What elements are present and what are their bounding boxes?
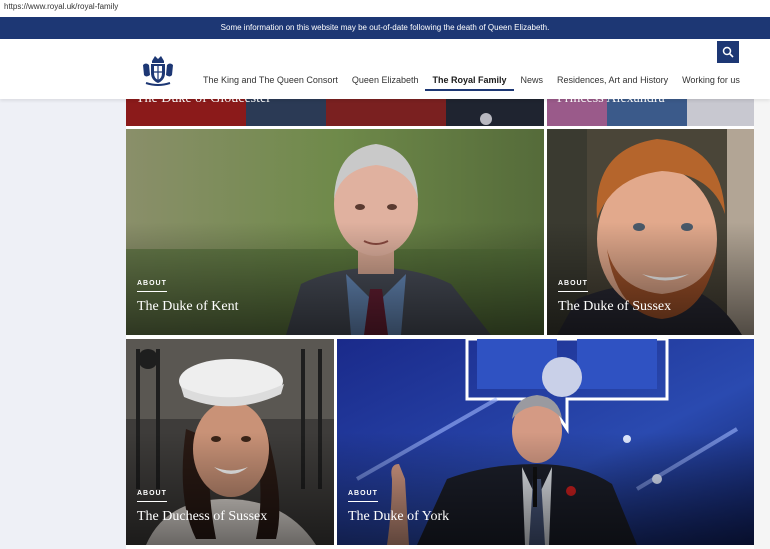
card-duke-of-sussex[interactable]: ABOUT The Duke of Sussex — [547, 129, 754, 335]
card-shade — [547, 221, 754, 335]
site-header: The King and The Queen Consort Queen Eli… — [0, 39, 770, 99]
card-duke-of-york[interactable]: ABOUT The Duke of York — [337, 339, 754, 545]
card-rule — [558, 291, 588, 292]
card-rule — [137, 501, 167, 502]
card-name: Princess Alexandra — [557, 99, 665, 107]
nav-news[interactable]: News — [514, 67, 551, 91]
nav-royal-family[interactable]: The Royal Family — [425, 67, 514, 91]
card-name: The Duke of Kent — [137, 299, 239, 314]
card-shade — [337, 431, 754, 545]
card-duke-of-kent[interactable]: ABOUT The Duke of Kent — [126, 129, 544, 335]
royal-crest-icon[interactable] — [140, 53, 176, 87]
card-rule — [348, 501, 378, 502]
search-button[interactable] — [717, 41, 739, 63]
card-kicker: ABOUT — [348, 490, 378, 497]
card-kicker: ABOUT — [558, 280, 588, 287]
card-kicker: ABOUT — [137, 280, 167, 287]
card-kicker: ABOUT — [137, 490, 167, 497]
card-name: The Duchess of Sussex — [137, 509, 268, 524]
search-icon — [722, 46, 734, 58]
notice-banner: Some information on this website may be … — [0, 17, 770, 39]
nav-residences-art-history[interactable]: Residences, Art and History — [550, 67, 675, 91]
browser-url-bar[interactable]: https://www.royal.uk/royal-family — [0, 0, 770, 17]
card-name: The Duke of York — [348, 509, 450, 524]
card-shade — [126, 221, 544, 335]
nav-working-for-us[interactable]: Working for us — [675, 67, 747, 91]
page-left-margin — [0, 99, 126, 549]
nav-king-queen-consort[interactable]: The King and The Queen Consort — [196, 67, 345, 91]
card-duchess-of-sussex[interactable]: ABOUT The Duchess of Sussex — [126, 339, 334, 545]
card-name: The Duke of Sussex — [558, 299, 672, 314]
page-right-margin — [754, 99, 770, 549]
card-name: The Duke of Gloucester — [136, 99, 271, 107]
main-nav: The King and The Queen Consort Queen Eli… — [196, 67, 747, 91]
card-duke-of-gloucester[interactable]: The Duke of Gloucester — [126, 99, 544, 126]
nav-queen-elizabeth[interactable]: Queen Elizabeth — [345, 67, 426, 91]
card-rule — [137, 291, 167, 292]
card-shade — [126, 431, 334, 545]
card-princess-alexandra[interactable]: Princess Alexandra — [547, 99, 754, 126]
